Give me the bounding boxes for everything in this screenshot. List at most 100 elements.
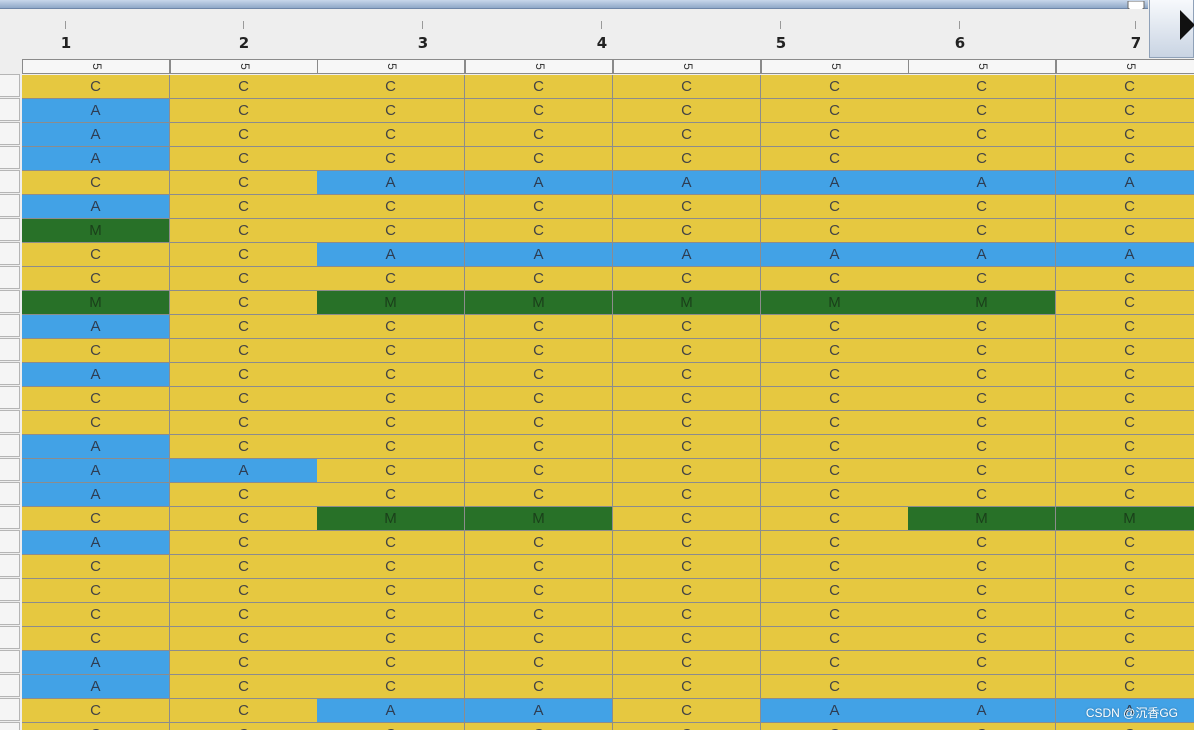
row-header-cell[interactable] [0, 122, 20, 145]
grid-cell[interactable]: C [317, 75, 465, 99]
row-header-cell[interactable] [0, 410, 20, 433]
grid-cell[interactable]: C [908, 627, 1056, 651]
grid-cell[interactable]: A [908, 171, 1056, 195]
grid-cell[interactable]: A [761, 699, 909, 723]
grid-cell[interactable]: C [465, 315, 613, 339]
grid-cell[interactable]: M [613, 291, 761, 315]
grid-cell[interactable]: C [761, 99, 909, 123]
grid-cell[interactable]: M [908, 507, 1056, 531]
grid-cell[interactable]: C [613, 123, 761, 147]
grid-cell[interactable]: C [1056, 651, 1194, 675]
grid-cell[interactable]: C [170, 723, 318, 730]
grid-cell[interactable]: C [761, 387, 909, 411]
grid-cell[interactable]: C [908, 483, 1056, 507]
grid-cell[interactable]: C [465, 363, 613, 387]
row-header-cell[interactable] [0, 698, 20, 721]
grid-cell[interactable]: C [465, 147, 613, 171]
time-slider-track[interactable] [0, 0, 1148, 9]
grid-cell[interactable]: C [613, 75, 761, 99]
grid-cell[interactable]: C [465, 99, 613, 123]
grid-cell[interactable]: C [613, 315, 761, 339]
grid-cell[interactable]: C [761, 219, 909, 243]
grid-cell[interactable]: C [465, 651, 613, 675]
grid-cell[interactable]: C [1056, 339, 1194, 363]
grid-cell[interactable]: C [170, 555, 318, 579]
column-header-cell[interactable]: 5 [317, 59, 465, 74]
grid-cell[interactable]: C [170, 99, 318, 123]
grid-cell[interactable]: C [22, 627, 170, 651]
grid-cell[interactable]: C [170, 411, 318, 435]
grid-cell[interactable]: C [613, 627, 761, 651]
grid-cell[interactable]: C [908, 363, 1056, 387]
grid-cell[interactable]: C [1056, 363, 1194, 387]
grid-cell[interactable]: C [317, 411, 465, 435]
grid-cell[interactable]: C [317, 555, 465, 579]
grid-cell[interactable]: C [908, 651, 1056, 675]
row-header-cell[interactable] [0, 266, 20, 289]
row-header-cell[interactable] [0, 458, 20, 481]
grid-cell[interactable]: C [465, 603, 613, 627]
grid-cell[interactable]: C [170, 651, 318, 675]
grid-cell[interactable]: C [908, 75, 1056, 99]
grid-cell[interactable]: C [465, 195, 613, 219]
grid-cell[interactable]: C [1056, 555, 1194, 579]
grid-cell[interactable]: C [22, 411, 170, 435]
grid-cell[interactable]: C [761, 459, 909, 483]
grid-cell[interactable]: A [465, 243, 613, 267]
grid-cell[interactable]: A [22, 123, 170, 147]
grid-cell[interactable]: C [1056, 315, 1194, 339]
grid-cell[interactable]: C [170, 435, 318, 459]
grid-cell[interactable]: C [465, 579, 613, 603]
grid-cell[interactable]: C [761, 75, 909, 99]
grid-cell[interactable]: C [317, 99, 465, 123]
grid-cell[interactable]: C [22, 171, 170, 195]
grid-cell[interactable]: C [761, 195, 909, 219]
grid-cell[interactable]: C [761, 627, 909, 651]
grid-cell[interactable]: C [22, 723, 170, 730]
row-header-cell[interactable] [0, 506, 20, 529]
grid-cell[interactable]: C [317, 267, 465, 291]
row-header-cell[interactable] [0, 314, 20, 337]
grid-cell[interactable]: C [908, 267, 1056, 291]
grid-cell[interactable]: A [761, 171, 909, 195]
grid-cell[interactable]: A [22, 675, 170, 699]
grid-cell[interactable]: C [317, 531, 465, 555]
grid-cell[interactable]: A [317, 699, 465, 723]
grid-cell[interactable]: C [1056, 291, 1194, 315]
grid-cell[interactable]: C [170, 219, 318, 243]
grid-cell[interactable]: C [613, 435, 761, 459]
grid-cell[interactable]: C [465, 435, 613, 459]
grid-cell[interactable]: M [317, 291, 465, 315]
grid-cell[interactable]: C [22, 339, 170, 363]
row-header-cell[interactable] [0, 170, 20, 193]
grid-cell[interactable]: C [1056, 723, 1194, 730]
grid-cell[interactable]: C [170, 579, 318, 603]
grid-cell[interactable]: C [908, 123, 1056, 147]
grid-cell[interactable]: C [613, 339, 761, 363]
row-header-cell[interactable] [0, 194, 20, 217]
grid-cell[interactable]: C [908, 531, 1056, 555]
grid-cell[interactable]: C [170, 603, 318, 627]
grid-cell[interactable]: C [317, 459, 465, 483]
grid-cell[interactable]: C [22, 603, 170, 627]
grid-cell[interactable]: C [761, 531, 909, 555]
grid-cell[interactable]: C [908, 387, 1056, 411]
grid-cell[interactable]: C [613, 411, 761, 435]
grid-cell[interactable]: C [465, 75, 613, 99]
grid-cell[interactable]: C [1056, 123, 1194, 147]
grid-cell[interactable]: A [22, 195, 170, 219]
grid-cell[interactable]: C [170, 339, 318, 363]
grid-cell[interactable]: C [613, 723, 761, 730]
grid-cell[interactable]: C [908, 435, 1056, 459]
grid-cell[interactable]: C [465, 123, 613, 147]
grid-cell[interactable]: C [317, 147, 465, 171]
grid-cell[interactable]: A [908, 243, 1056, 267]
grid-cell[interactable]: C [613, 699, 761, 723]
grid-cell[interactable]: C [317, 123, 465, 147]
grid-cell[interactable]: C [613, 603, 761, 627]
grid-cell[interactable]: C [613, 507, 761, 531]
grid-cell[interactable]: C [761, 603, 909, 627]
grid-cell[interactable]: C [908, 459, 1056, 483]
grid-cell[interactable]: A [22, 315, 170, 339]
grid-cell[interactable]: C [317, 435, 465, 459]
